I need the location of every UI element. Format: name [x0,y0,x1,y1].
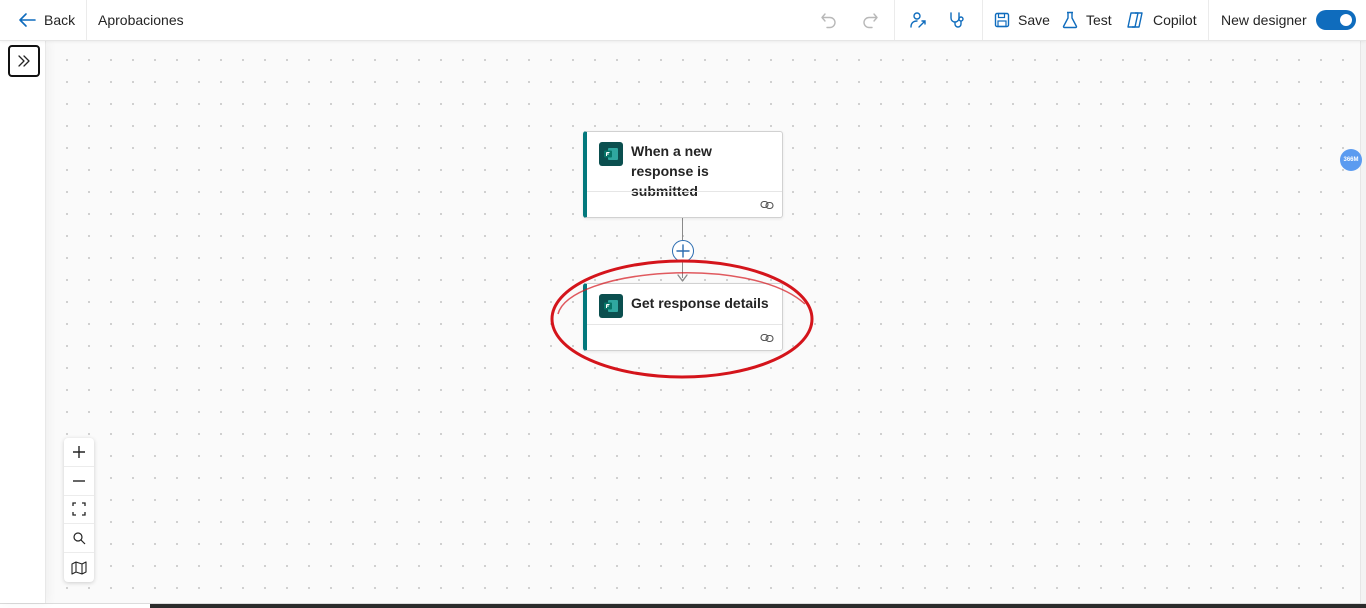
trigger-card[interactable]: When a new response is submitted [583,131,783,218]
divider [86,0,87,40]
save-button[interactable]: Save [994,0,1050,40]
test-button[interactable]: Test [1062,0,1112,40]
action-card[interactable]: Get response details [583,283,783,351]
forms-icon [599,142,623,166]
new-designer-label: New designer [1221,12,1307,28]
arrow-down-icon [677,274,688,282]
search-icon [73,532,86,545]
fit-view-icon [72,502,86,517]
vertical-scrollbar[interactable] [1360,41,1366,603]
toggle-knob [1339,14,1352,26]
chevron-double-right-icon [18,55,30,67]
link-icon[interactable] [760,333,774,343]
back-button[interactable]: Back [18,0,75,40]
copilot-button[interactable]: Copilot [1125,0,1197,40]
undo-icon [821,13,836,29]
forms-icon [599,294,623,318]
left-panel [0,41,46,603]
map-icon [71,561,87,575]
plus-icon [676,244,690,258]
top-toolbar: Back Aprobaciones Save Test Copilot New … [0,0,1366,41]
redo-button[interactable] [861,0,879,40]
flow-name: Aprobaciones [98,12,184,28]
fit-view-button[interactable] [64,496,94,525]
person-feedback-icon [910,12,926,28]
connector-line [682,218,683,240]
new-designer-toggle[interactable] [1315,10,1356,30]
arrow-left-icon [19,13,36,27]
memory-badge[interactable]: 366M [1340,149,1362,171]
undo-button[interactable] [820,0,838,40]
beaker-icon [1062,11,1078,29]
save-label: Save [1018,12,1050,28]
back-label: Back [44,12,76,28]
search-button[interactable] [64,524,94,554]
zoom-controls [64,438,94,582]
horizontal-scrollbar[interactable] [150,604,1366,608]
zoom-in-button[interactable] [64,438,94,467]
divider [1208,0,1209,40]
insert-step-button[interactable] [672,240,694,262]
zoom-out-button[interactable] [64,467,94,496]
card-footer [587,324,782,350]
divider [982,0,983,40]
card-title: Get response details [631,295,769,311]
new-designer-toggle-group: New designer [1221,0,1356,40]
divider [894,0,895,40]
expand-panel-button[interactable] [8,45,40,77]
copilot-label: Copilot [1153,12,1197,28]
test-label: Test [1086,12,1112,28]
flow-checker-button[interactable] [908,0,927,40]
link-icon[interactable] [760,200,774,210]
health-check-button[interactable] [948,0,966,40]
minimap-button[interactable] [64,553,94,582]
card-footer [587,191,782,217]
minus-icon [73,479,85,482]
plus-icon [73,445,85,458]
save-icon [994,12,1010,28]
redo-icon [863,13,878,29]
stethoscope-icon [950,12,964,28]
copilot-icon [1127,12,1143,28]
